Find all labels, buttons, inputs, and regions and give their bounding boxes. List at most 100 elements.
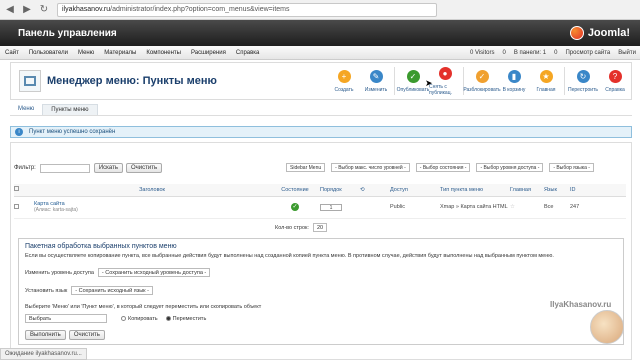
toolbar: Менеджер меню: Пункты меню + Создать ✎ Изме… <box>10 62 632 100</box>
help-button[interactable]: ? Справка <box>599 63 631 99</box>
edit-icon: ✎ <box>369 69 383 83</box>
star-button[interactable]: ★ Главная <box>530 63 562 99</box>
item-id: 247 <box>570 196 626 219</box>
rows-label: Кол-во строк: <box>275 224 309 231</box>
col-order[interactable]: Порядок <box>320 184 360 197</box>
submenu: Меню Пункты меню <box>10 104 632 116</box>
copy-label: Копировать <box>128 315 158 322</box>
logout-link[interactable]: Выйти <box>614 50 640 56</box>
forward-icon[interactable]: ▶ <box>20 3 34 17</box>
state-select[interactable]: - Выбор состояния - <box>415 163 471 172</box>
browser-status: Ожидание ilyakhasanov.ru... <box>0 348 87 360</box>
home-star-icon[interactable]: ☆ <box>510 204 515 210</box>
admin-menu: Сайт Пользователи Меню Материалы Компоне… <box>0 46 640 60</box>
clear-filter-button[interactable]: Очистить <box>125 163 163 173</box>
visitors-count: 0 Visitors <box>469 49 495 56</box>
menu-help[interactable]: Справка <box>231 50 265 56</box>
batch-lang-select[interactable]: - Сохранить исходный язык - <box>71 286 153 295</box>
admins-count: 0 <box>502 49 506 56</box>
menu-menus[interactable]: Меню <box>73 50 99 56</box>
menu-items-table: Заголовок Состояние Порядок ⟲ Доступ Тип… <box>14 184 626 219</box>
toolbar-button-label: Справка <box>605 86 625 93</box>
view-site-link[interactable]: Просмотр сайта <box>561 50 614 56</box>
batch-move-label: Выберите 'Меню' или 'Пункт меню', в кото… <box>25 304 262 310</box>
batch-access-select[interactable]: - Сохранить исходный уровень доступа - <box>97 268 211 277</box>
table-header-row: Заголовок Состояние Порядок ⟲ Доступ Тип… <box>14 184 626 197</box>
select-all-checkbox[interactable] <box>14 186 19 192</box>
col-type[interactable]: Тип пункта меню <box>440 184 510 197</box>
col-title[interactable]: Заголовок <box>34 184 270 197</box>
copy-radio[interactable] <box>121 316 126 321</box>
batch-help: Если вы осуществляете копирование пункта… <box>25 253 554 259</box>
logo-text: Joomla! <box>587 27 630 39</box>
tab-menus[interactable]: Меню <box>10 104 42 115</box>
reload-icon[interactable]: ↻ <box>37 3 51 17</box>
edit-button[interactable]: ✎ Изменить <box>360 63 392 99</box>
toolbar-button-label: Перестроить <box>568 86 598 93</box>
move-label: Переместить <box>172 315 207 322</box>
in-panel-count: В панели: 1 <box>513 49 547 56</box>
message-text: Пункт меню успешно сохранён <box>29 129 116 135</box>
checkin-icon: ✓ <box>475 69 489 83</box>
item-language: Все <box>544 196 570 219</box>
browser-bar: ◀ ▶ ↻ ilyakhasanov.ru/administrator/inde… <box>0 0 640 20</box>
menu-select[interactable]: Sidebar Menu <box>286 163 326 172</box>
batch-panel: Пакетная обработка выбранных пунктов мен… <box>18 238 624 345</box>
toolbar-button-label: Снять с публикац. <box>429 83 452 96</box>
rows-select[interactable]: 20 <box>312 223 328 232</box>
watermark: IlyaKhasanov.ru <box>550 300 612 309</box>
save-order-icon[interactable]: ⟲ <box>360 187 365 193</box>
batch-lang-label: Установить язык <box>25 287 68 294</box>
joomla-logo-icon <box>569 26 584 40</box>
info-icon: i <box>15 128 23 136</box>
toolbar-divider <box>564 67 565 95</box>
star-icon: ★ <box>539 69 553 83</box>
page-title: Менеджер меню: Пункты меню <box>47 75 217 87</box>
back-icon[interactable]: ◀ <box>3 3 17 17</box>
refresh-button[interactable]: ↻ Перестроить <box>567 63 599 99</box>
checkin-button[interactable]: ✓ Разблокировать <box>463 63 501 99</box>
system-message: i Пункт меню успешно сохранён <box>10 126 632 138</box>
unpublish-button[interactable]: ● Снять с публикац. <box>429 63 461 99</box>
menu-components[interactable]: Компоненты <box>141 50 186 56</box>
access-select[interactable]: - Выбор уровня доступа - <box>476 163 544 172</box>
col-language[interactable]: Язык <box>544 184 570 197</box>
move-radio[interactable] <box>165 316 171 321</box>
menu-content[interactable]: Материалы <box>99 50 141 56</box>
tab-menu-items[interactable]: Пункты меню <box>42 104 98 115</box>
filter-selects: Sidebar Menu - Выбор макс. число уровней… <box>286 163 600 172</box>
author-avatar <box>590 310 624 344</box>
batch-clear-button[interactable]: Очистить <box>68 330 105 340</box>
col-home[interactable]: Главная <box>510 184 544 197</box>
item-alias: (Алиас: karta-sajta) <box>34 207 78 213</box>
mouse-cursor-icon: ➤ <box>425 78 433 88</box>
pagination: Кол-во строк: 20 <box>275 223 328 232</box>
plus-button[interactable]: + Создать <box>328 63 360 99</box>
col-status[interactable]: Состояние <box>270 184 320 197</box>
col-access[interactable]: Доступ <box>390 184 440 197</box>
menu-extensions[interactable]: Расширения <box>186 50 231 56</box>
menu-users[interactable]: Пользователи <box>24 50 73 56</box>
item-type: Xmap » Карта сайта HTML <box>440 196 510 219</box>
level-select[interactable]: - Выбор макс. число уровней - <box>331 163 410 172</box>
language-select[interactable]: - Выбор языка - <box>549 163 594 172</box>
table-row: Карта сайта (Алиас: karta-sajta) ✓ 1 Pub… <box>14 196 626 219</box>
trash-button[interactable]: ▮ В корзину <box>498 63 530 99</box>
filter-search-input[interactable] <box>39 163 90 173</box>
toolbar-button-label: Главная <box>536 86 556 93</box>
row-checkbox[interactable] <box>14 203 19 209</box>
menu-site[interactable]: Сайт <box>0 50 24 56</box>
order-input[interactable]: 1 <box>320 203 342 211</box>
batch-move-select[interactable]: Выбрать <box>25 314 107 323</box>
col-id[interactable]: ID <box>570 184 626 197</box>
header-title: Панель управления <box>18 27 117 39</box>
plus-icon: + <box>337 69 351 83</box>
url-host: ilyakhasanov.ru <box>62 6 111 13</box>
toolbar-button-label: Разблокировать <box>463 86 501 93</box>
published-icon[interactable]: ✓ <box>291 203 299 211</box>
batch-run-button[interactable]: Выполнить <box>25 330 66 340</box>
trash-icon: ▮ <box>507 69 521 83</box>
refresh-icon: ↻ <box>576 69 590 83</box>
search-button[interactable]: Искать <box>93 163 123 173</box>
url-bar[interactable]: ilyakhasanov.ru/administrator/index.php?… <box>57 2 437 17</box>
